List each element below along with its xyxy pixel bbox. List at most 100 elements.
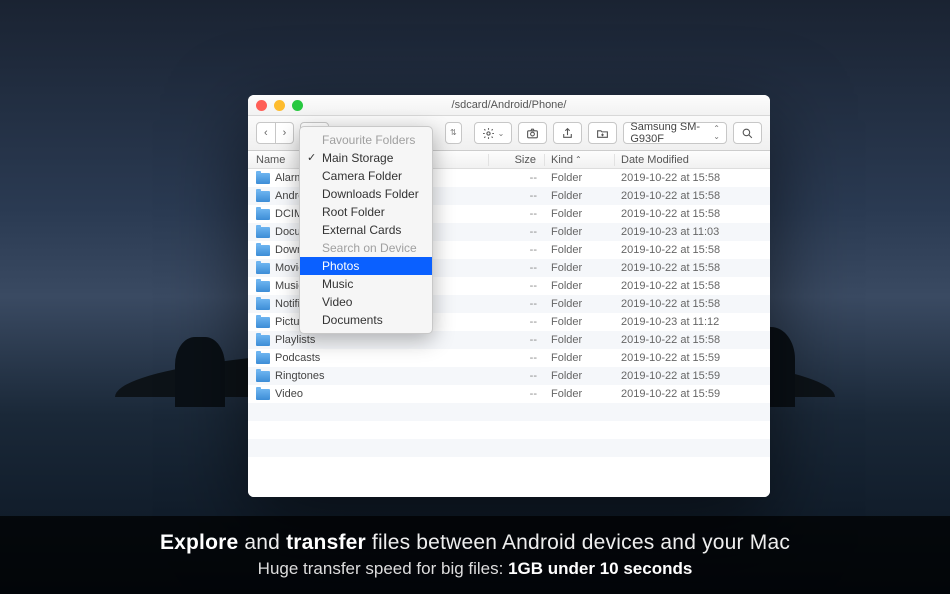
updown-icon: ⇅: [450, 129, 457, 137]
folder-icon: [256, 245, 270, 256]
new-folder-button[interactable]: [588, 122, 617, 144]
dropdown-heading: Favourite Folders: [300, 131, 432, 149]
file-name: Playlists: [275, 334, 315, 346]
file-date: 2019-10-22 at 15:59: [615, 388, 770, 400]
folder-icon: [256, 371, 270, 382]
folder-icon: [256, 227, 270, 238]
close-button[interactable]: [256, 100, 267, 111]
file-size: --: [489, 388, 545, 400]
search-icon: [741, 127, 754, 140]
folder-icon: [256, 191, 270, 202]
favourites-dropdown: Favourite Folders ✓Main StorageCamera Fo…: [299, 126, 433, 334]
dropdown-item[interactable]: Downloads Folder: [300, 185, 432, 203]
table-row[interactable]: Ringtones --Folder2019-10-22 at 15:59: [248, 367, 770, 385]
folder-icon: [256, 263, 270, 274]
file-date: 2019-10-22 at 15:58: [615, 244, 770, 256]
table-row: [248, 457, 770, 475]
dropdown-heading: Search on Device: [300, 239, 432, 257]
folder-icon: [256, 389, 270, 400]
file-name: Ringtones: [275, 370, 325, 382]
zoom-button[interactable]: [292, 100, 303, 111]
dropdown-item[interactable]: External Cards: [300, 221, 432, 239]
file-size: --: [489, 244, 545, 256]
file-kind: Folder: [545, 334, 615, 346]
sort-indicator-icon: ⌃: [575, 155, 582, 164]
dropdown-item[interactable]: Camera Folder: [300, 167, 432, 185]
dropdown-item[interactable]: Documents: [300, 311, 432, 329]
checkmark-icon: ✓: [307, 151, 316, 164]
device-selector[interactable]: Samsung SM-G930F ⌃⌄: [623, 122, 727, 144]
file-kind: Folder: [545, 226, 615, 238]
file-date: 2019-10-22 at 15:59: [615, 352, 770, 364]
camera-button[interactable]: [518, 122, 547, 144]
file-kind: Folder: [545, 190, 615, 202]
file-kind: Folder: [545, 280, 615, 292]
file-size: --: [489, 334, 545, 346]
dropdown-item[interactable]: Root Folder: [300, 203, 432, 221]
file-date: 2019-10-23 at 11:12: [615, 316, 770, 328]
table-row[interactable]: Video --Folder2019-10-22 at 15:59: [248, 385, 770, 403]
file-date: 2019-10-22 at 15:58: [615, 334, 770, 346]
folder-icon: [256, 173, 270, 184]
titlebar[interactable]: /sdcard/Android/Phone/: [248, 95, 770, 116]
marketing-caption: Explore and transfer files between Andro…: [0, 516, 950, 594]
back-button[interactable]: ‹: [256, 122, 276, 144]
file-kind: Folder: [545, 388, 615, 400]
folder-icon: [256, 353, 270, 364]
folder-icon: [256, 299, 270, 310]
file-kind: Folder: [545, 244, 615, 256]
device-label: Samsung SM-G930F: [630, 121, 708, 145]
file-kind: Folder: [545, 298, 615, 310]
view-sort-button[interactable]: ⇅: [445, 122, 462, 144]
file-date: 2019-10-22 at 15:58: [615, 280, 770, 292]
share-button[interactable]: [553, 122, 582, 144]
dropdown-item[interactable]: ✓Main Storage: [300, 149, 432, 167]
table-row: [248, 403, 770, 421]
file-size: --: [489, 262, 545, 274]
folder-icon: [256, 281, 270, 292]
window-title: /sdcard/Android/Phone/: [248, 99, 770, 111]
column-kind[interactable]: Kind⌃: [545, 154, 615, 166]
file-date: 2019-10-22 at 15:59: [615, 370, 770, 382]
file-size: --: [489, 298, 545, 310]
file-date: 2019-10-23 at 11:03: [615, 226, 770, 238]
file-date: 2019-10-22 at 15:58: [615, 172, 770, 184]
folder-icon: [256, 209, 270, 220]
dropdown-item[interactable]: Video: [300, 293, 432, 311]
file-size: --: [489, 190, 545, 202]
action-menu-button[interactable]: ⌄: [474, 122, 513, 144]
table-row[interactable]: Podcasts --Folder2019-10-22 at 15:59: [248, 349, 770, 367]
file-size: --: [489, 280, 545, 292]
file-kind: Folder: [545, 370, 615, 382]
chevron-right-icon: ›: [283, 127, 287, 139]
search-button[interactable]: [733, 122, 762, 144]
file-date: 2019-10-22 at 15:58: [615, 262, 770, 274]
table-row: [248, 421, 770, 439]
file-size: --: [489, 226, 545, 238]
folder-icon: [256, 335, 270, 346]
forward-button[interactable]: ›: [275, 122, 295, 144]
column-date[interactable]: Date Modified: [615, 154, 770, 166]
file-name: Video: [275, 388, 303, 400]
file-date: 2019-10-22 at 15:58: [615, 208, 770, 220]
dropdown-item[interactable]: Photos: [300, 257, 432, 275]
file-kind: Folder: [545, 208, 615, 220]
chevron-down-icon: ⌄: [498, 129, 505, 138]
file-kind: Folder: [545, 172, 615, 184]
file-size: --: [489, 208, 545, 220]
file-name: Podcasts: [275, 352, 320, 364]
file-size: --: [489, 352, 545, 364]
file-kind: Folder: [545, 262, 615, 274]
column-size[interactable]: Size: [489, 154, 545, 166]
camera-icon: [526, 127, 539, 140]
file-date: 2019-10-22 at 15:58: [615, 190, 770, 202]
table-row: [248, 439, 770, 457]
file-size: --: [489, 370, 545, 382]
file-kind: Folder: [545, 316, 615, 328]
minimize-button[interactable]: [274, 100, 285, 111]
dropdown-item[interactable]: Music: [300, 275, 432, 293]
gear-icon: [482, 127, 495, 140]
share-icon: [561, 127, 574, 140]
file-kind: Folder: [545, 352, 615, 364]
chevron-left-icon: ‹: [264, 127, 268, 139]
